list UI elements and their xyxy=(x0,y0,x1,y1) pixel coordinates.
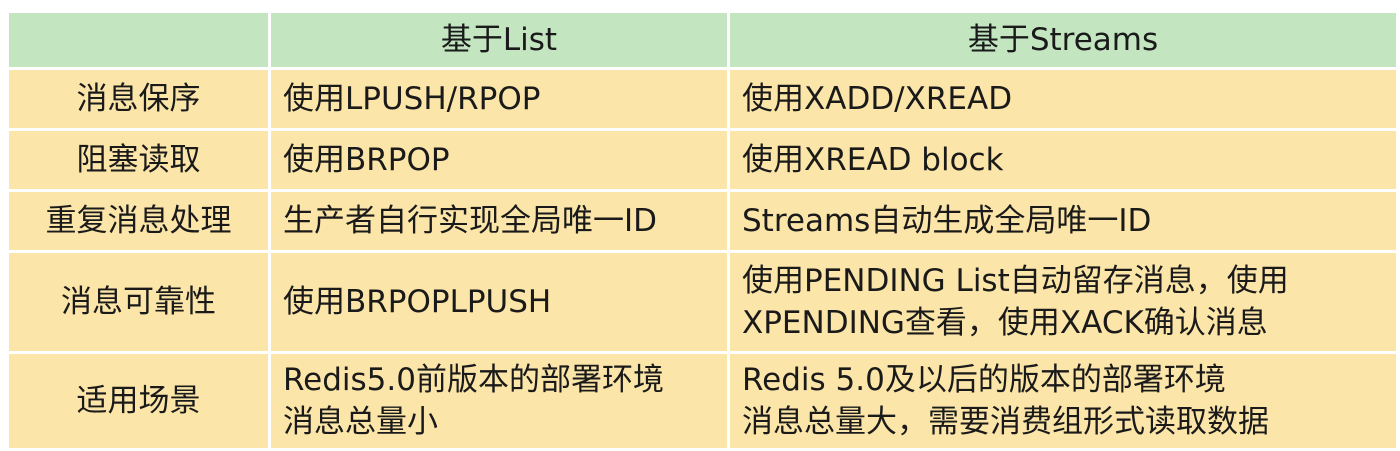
streams-cell: 使用XADD/XREAD xyxy=(727,67,1399,131)
row-label: 适用场景 xyxy=(6,351,271,451)
list-cell: 使用BRPOPLPUSH xyxy=(268,250,730,354)
streams-cell: Redis 5.0及以后的版本的部署环境 消息总量大，需要消费组形式读取数据 xyxy=(727,351,1399,451)
row-label: 消息保序 xyxy=(6,67,271,131)
header-list-cell: 基于List xyxy=(268,10,730,70)
table-row: 重复消息处理 生产者自行实现全局唯一ID Streams自动生成全局唯一ID xyxy=(6,189,1399,253)
row-label: 阻塞读取 xyxy=(6,128,271,192)
row-label: 重复消息处理 xyxy=(6,189,271,253)
cell-line: Streams自动生成全局唯一ID xyxy=(742,203,1152,239)
row-label: 消息可靠性 xyxy=(6,250,271,354)
table-row: 消息可靠性 使用BRPOPLPUSH 使用PENDING List自动留存消息，… xyxy=(6,250,1399,354)
cell-line: 使用LPUSH/RPOP xyxy=(283,81,541,117)
table-row: 阻塞读取 使用BRPOP 使用XREAD block xyxy=(6,128,1399,192)
cell-line: 消息总量大，需要消费组形式读取数据 xyxy=(742,404,1269,440)
list-cell: Redis5.0前版本的部署环境 消息总量小 xyxy=(268,351,730,451)
header-streams-cell: 基于Streams xyxy=(727,10,1399,70)
cell-line: 生产者自行实现全局唯一ID xyxy=(283,203,658,239)
table-row: 消息保序 使用LPUSH/RPOP 使用XADD/XREAD xyxy=(6,67,1399,131)
streams-cell: 使用PENDING List自动留存消息，使用 XPENDING查看，使用XAC… xyxy=(727,250,1399,354)
cell-line: 使用BRPOP xyxy=(283,142,450,178)
comparison-table-wrapper: 基于List 基于Streams 消息保序 使用LPUSH/RPOP 使用XAD… xyxy=(6,10,1399,451)
list-cell: 使用LPUSH/RPOP xyxy=(268,67,730,131)
cell-line: XPENDING查看，使用XACK确认消息 xyxy=(742,305,1268,341)
list-cell: 生产者自行实现全局唯一ID xyxy=(268,189,730,253)
table-row: 适用场景 Redis5.0前版本的部署环境 消息总量小 Redis 5.0及以后… xyxy=(6,351,1399,451)
cell-line: 使用XREAD block xyxy=(742,142,1004,178)
streams-cell: 使用XREAD block xyxy=(727,128,1399,192)
cell-line: 消息总量小 xyxy=(283,404,438,440)
cell-line: Redis 5.0及以后的版本的部署环境 xyxy=(742,362,1226,398)
comparison-table: 基于List 基于Streams 消息保序 使用LPUSH/RPOP 使用XAD… xyxy=(6,10,1399,451)
streams-cell: Streams自动生成全局唯一ID xyxy=(727,189,1399,253)
table-header-row: 基于List 基于Streams xyxy=(6,10,1399,70)
header-corner-cell xyxy=(6,10,271,70)
cell-line: 使用XADD/XREAD xyxy=(742,81,1013,117)
cell-line: 使用BRPOPLPUSH xyxy=(283,284,552,320)
cell-line: 使用PENDING List自动留存消息，使用 xyxy=(742,263,1289,299)
list-cell: 使用BRPOP xyxy=(268,128,730,192)
cell-line: Redis5.0前版本的部署环境 xyxy=(283,362,664,398)
